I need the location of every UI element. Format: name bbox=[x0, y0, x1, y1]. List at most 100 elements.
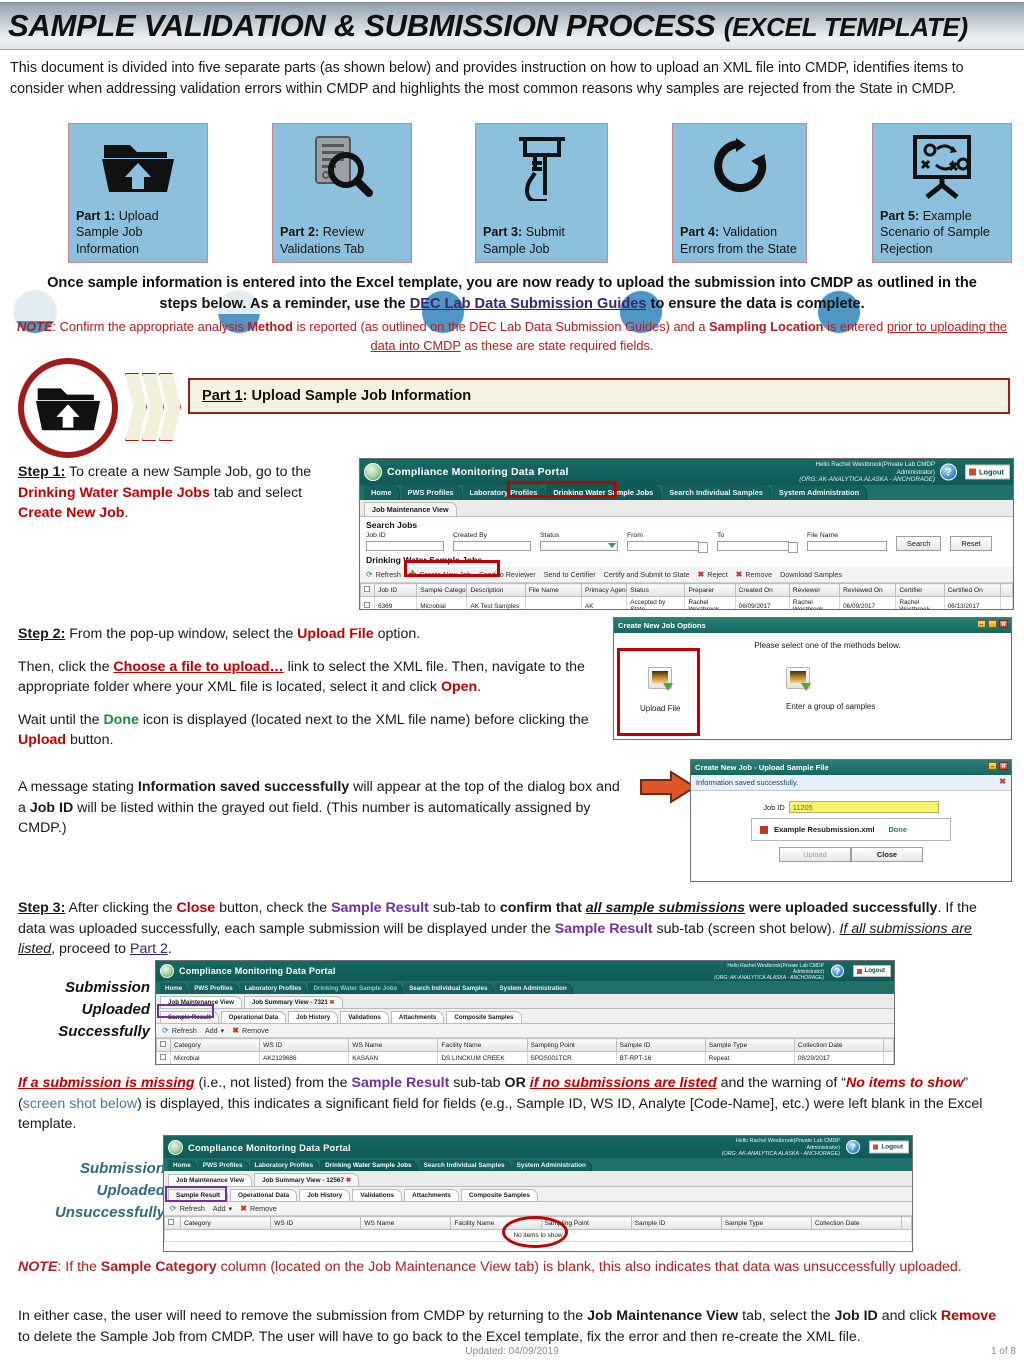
select-all-header[interactable] bbox=[360, 583, 376, 597]
upload-file-option[interactable]: Upload File bbox=[640, 667, 680, 713]
remove-button[interactable]: ✖ Remove bbox=[232, 1026, 268, 1035]
subtab-job-history[interactable]: Job History bbox=[299, 1189, 351, 1201]
col-job-id[interactable]: Job ID bbox=[374, 583, 418, 597]
subtab-operational-data[interactable]: Operational Data bbox=[230, 1189, 298, 1201]
reset-button[interactable]: Reset bbox=[950, 536, 992, 551]
minimize-icon[interactable]: – bbox=[977, 620, 986, 628]
file-name-input[interactable] bbox=[807, 541, 887, 551]
row-checkbox-cell[interactable] bbox=[360, 596, 376, 609]
subtab-job-maintenance-view[interactable]: Job Maintenance View bbox=[168, 1174, 253, 1186]
status-select[interactable] bbox=[540, 541, 618, 551]
checkbox-icon[interactable] bbox=[168, 1219, 174, 1225]
tab-drinking-water-sample-jobs[interactable]: Drinking Water Sample Jobs bbox=[308, 983, 404, 994]
tab-laboratory-profiles[interactable]: Laboratory Profiles bbox=[249, 1160, 320, 1171]
close-icon[interactable]: ✕ bbox=[999, 620, 1008, 628]
part-card-2[interactable]: Part 2: Review Validations Tab bbox=[272, 123, 412, 263]
col-sample-type[interactable]: Sample Type bbox=[720, 1216, 812, 1230]
tab-pws-profiles[interactable]: PWS Profiles bbox=[197, 1160, 249, 1171]
subtab-composite-samples[interactable]: Composite Samples bbox=[460, 1189, 538, 1201]
create-new-job-button[interactable]: ✚ Create New Job bbox=[409, 569, 471, 580]
subtab-job-maintenance-view[interactable]: Job Maintenance View bbox=[160, 996, 242, 1008]
col-status[interactable]: Status bbox=[626, 583, 686, 597]
col-facility-name[interactable]: Facility Name bbox=[437, 1038, 528, 1052]
col-sample-id[interactable]: Sample ID bbox=[615, 1038, 706, 1052]
table-row[interactable]: 6369 Microbial AK Test Samples AK Accept… bbox=[360, 596, 1013, 609]
close-button[interactable]: Close bbox=[851, 847, 923, 862]
subtab-attachments[interactable]: Attachments bbox=[404, 1189, 459, 1201]
tab-search-individual-samples[interactable]: Search Individual Samples bbox=[662, 485, 771, 500]
select-all-header[interactable] bbox=[156, 1038, 171, 1052]
certify-and-submit-button[interactable]: Certify and Submit to State bbox=[604, 570, 690, 579]
subtab-sample-result[interactable]: Sample Result bbox=[168, 1189, 229, 1201]
col-certified-on[interactable]: Certified On bbox=[943, 583, 1001, 597]
logout-button[interactable]: Logout bbox=[852, 965, 891, 977]
col-sample-category[interactable]: Sample Category bbox=[416, 583, 468, 597]
col-certifier[interactable]: Certifier bbox=[895, 583, 945, 597]
job-id-input[interactable] bbox=[366, 541, 444, 551]
tab-system-administration[interactable]: System Administration bbox=[494, 983, 573, 994]
enter-group-of-samples-option[interactable]: Enter a group of samples bbox=[786, 667, 878, 712]
tab-drinking-water-sample-jobs[interactable]: Drinking Water Sample Jobs bbox=[546, 485, 662, 500]
part-card-3[interactable]: Part 3: Submit Sample Job bbox=[475, 123, 608, 263]
col-primacy-agency[interactable]: Primacy Agency bbox=[580, 583, 628, 597]
download-samples-button[interactable]: Download Samples bbox=[780, 570, 842, 579]
add-button[interactable]: Add ▾ bbox=[213, 1204, 232, 1213]
col-created-on[interactable]: Created On bbox=[734, 583, 790, 597]
subtab-operational-data[interactable]: Operational Data bbox=[220, 1011, 287, 1023]
add-button[interactable]: Add ▾ bbox=[205, 1026, 224, 1035]
col-category[interactable]: Category bbox=[179, 1216, 272, 1230]
subtab-job-history[interactable]: Job History bbox=[288, 1011, 339, 1023]
help-icon[interactable]: ? bbox=[831, 964, 844, 978]
col-ws-name[interactable]: WS Name bbox=[348, 1038, 439, 1052]
col-category[interactable]: Category bbox=[169, 1038, 261, 1052]
reject-button[interactable]: ✖ Reject bbox=[698, 570, 728, 579]
col-ws-id[interactable]: WS ID bbox=[259, 1038, 350, 1052]
part-card-1[interactable]: Part 1: Upload Sample Job Information bbox=[68, 123, 208, 263]
upload-button[interactable]: Upload bbox=[779, 847, 851, 862]
help-icon[interactable]: ? bbox=[940, 463, 957, 481]
tab-home[interactable]: Home bbox=[364, 485, 400, 500]
checkbox-icon[interactable] bbox=[364, 586, 370, 592]
checkbox-icon[interactable] bbox=[160, 1041, 166, 1047]
subtab-sample-result[interactable]: Sample Result bbox=[160, 1011, 219, 1023]
subtab-validations[interactable]: Validations bbox=[340, 1011, 389, 1023]
created-by-input[interactable] bbox=[453, 541, 531, 551]
part-card-4[interactable]: Part 4: Validation Errors from the State bbox=[672, 123, 807, 263]
col-collection-date[interactable]: Collection Date bbox=[810, 1216, 903, 1230]
subtab-composite-samples[interactable]: Composite Samples bbox=[446, 1011, 522, 1023]
subtab-attachments[interactable]: Attachments bbox=[390, 1011, 445, 1023]
to-date-input[interactable] bbox=[717, 541, 798, 553]
table-row[interactable]: Microbial AK2129686 KASAAN DS LINCKUM CR… bbox=[157, 1065, 894, 1066]
dismiss-message-icon[interactable]: ✖ bbox=[999, 777, 1006, 786]
refresh-button[interactable]: ⟳ Refresh bbox=[162, 1026, 197, 1035]
tab-system-administration[interactable]: System Administration bbox=[511, 1160, 592, 1171]
col-ws-id[interactable]: WS ID bbox=[270, 1216, 362, 1230]
choose-a-file-to-upload-link[interactable]: Choose a file to upload… bbox=[113, 659, 283, 675]
from-date-input[interactable] bbox=[627, 541, 708, 553]
logout-button[interactable]: Logout bbox=[869, 1140, 909, 1154]
col-file-name[interactable]: File Name bbox=[524, 583, 582, 597]
send-to-certifier-button[interactable]: Send to Certifier bbox=[544, 570, 596, 579]
tab-search-individual-samples[interactable]: Search Individual Samples bbox=[418, 1160, 511, 1171]
col-facility-name[interactable]: Facility Name bbox=[450, 1216, 542, 1230]
part-card-5[interactable]: Part 5: Example Scenario of Sample Rejec… bbox=[872, 123, 1012, 263]
col-sampling-point[interactable]: Sampling Point bbox=[526, 1038, 617, 1052]
tab-home[interactable]: Home bbox=[168, 1160, 197, 1171]
logout-button[interactable]: Logout bbox=[964, 464, 1010, 480]
tab-laboratory-profiles[interactable]: Laboratory Profiles bbox=[462, 485, 546, 500]
close-subtab-icon[interactable]: ✖ bbox=[346, 1177, 351, 1184]
tab-search-individual-samples[interactable]: Search Individual Samples bbox=[404, 983, 494, 994]
col-description[interactable]: Description bbox=[466, 583, 526, 597]
tab-home[interactable]: Home bbox=[160, 983, 189, 994]
help-icon[interactable]: ? bbox=[846, 1140, 860, 1154]
table-row[interactable]: Microbial AK2129686 KASAAN DS LINCKUM CR… bbox=[156, 1051, 894, 1064]
subtab-job-summary-view[interactable]: Job Summary View - 12567 ✖ bbox=[254, 1173, 360, 1186]
tab-laboratory-profiles[interactable]: Laboratory Profiles bbox=[239, 983, 308, 994]
col-ws-name[interactable]: WS Name bbox=[360, 1216, 452, 1230]
subtab-validations[interactable]: Validations bbox=[352, 1189, 403, 1201]
tab-pws-profiles[interactable]: PWS Profiles bbox=[400, 485, 462, 500]
refresh-button[interactable]: ⟳ Refresh bbox=[366, 570, 401, 579]
select-all-header[interactable] bbox=[164, 1216, 181, 1230]
col-collection-date[interactable]: Collection Date bbox=[793, 1038, 885, 1052]
send-to-reviewer-button[interactable]: Send to Reviewer bbox=[479, 570, 536, 579]
